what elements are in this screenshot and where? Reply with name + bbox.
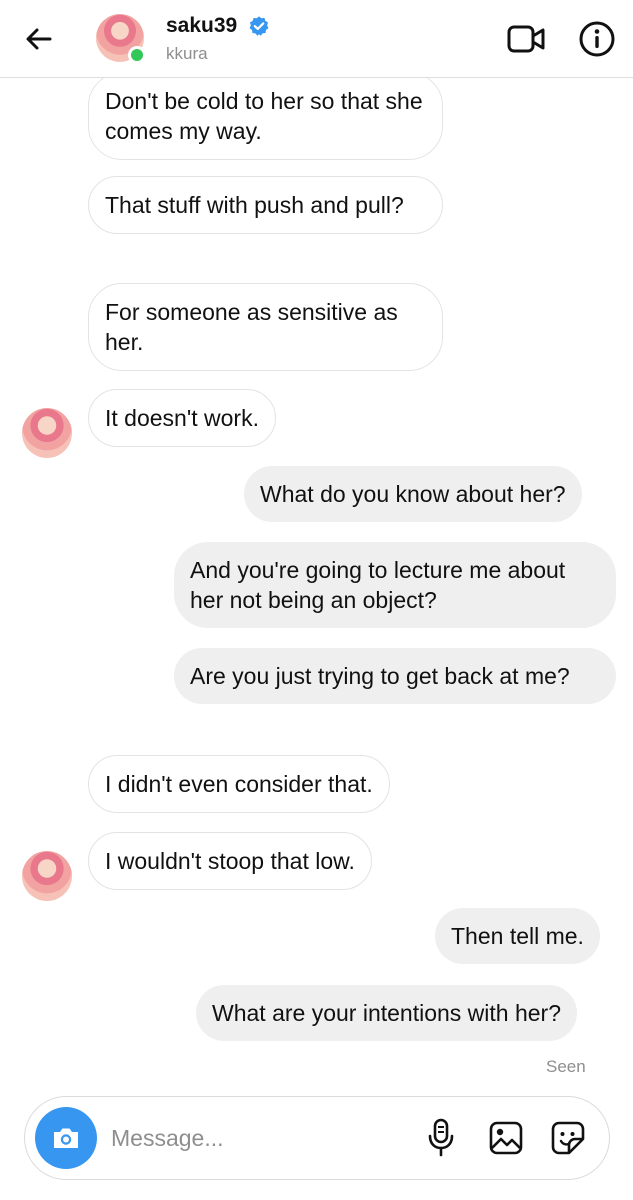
microphone-button[interactable]	[425, 1117, 457, 1159]
arrow-left-icon	[26, 28, 52, 50]
message-input[interactable]	[111, 1121, 411, 1155]
message-bubble[interactable]: Are you just trying to get back at me?	[174, 648, 616, 704]
message-bubble[interactable]: That stuff with push and pull?	[88, 176, 443, 234]
message-bubble[interactable]: What are your intentions with her?	[196, 985, 578, 1041]
sticker-button[interactable]	[549, 1119, 587, 1157]
message-bubble[interactable]: And you're going to lecture me about her…	[174, 542, 616, 628]
gallery-button[interactable]	[487, 1119, 525, 1157]
message-bubble[interactable]: I didn't even consider that.	[88, 755, 390, 813]
message-bubble[interactable]: Don't be cold to her so that she comes m…	[88, 72, 443, 160]
chat-header: saku39 kkura	[0, 0, 633, 78]
profile-avatar[interactable]	[96, 14, 146, 64]
gallery-icon	[489, 1121, 523, 1155]
sender-avatar[interactable]	[22, 408, 72, 458]
message-thread[interactable]: Don't be cold to her so that she comes m…	[0, 0, 633, 1090]
microphone-icon	[428, 1118, 454, 1157]
message-bubble[interactable]: What do you know about her?	[244, 466, 582, 522]
message-bubble[interactable]: For someone as sensitive as her.	[88, 283, 443, 371]
info-icon	[579, 21, 615, 57]
camera-icon	[54, 1128, 78, 1148]
message-composer	[24, 1096, 610, 1180]
online-status-dot	[128, 46, 146, 64]
sticker-icon	[551, 1121, 585, 1155]
message-bubble[interactable]: It doesn't work.	[88, 389, 276, 447]
info-button[interactable]	[578, 20, 616, 58]
sender-avatar[interactable]	[22, 851, 72, 901]
video-call-icon	[507, 25, 545, 53]
subname: kkura	[166, 44, 208, 63]
seen-status: Seen	[546, 1057, 586, 1076]
username: saku39	[166, 14, 238, 37]
verified-badge-icon	[249, 16, 269, 36]
video-call-button[interactable]	[506, 22, 546, 56]
message-bubble[interactable]: Then tell me.	[435, 908, 600, 964]
conversation-title[interactable]: saku39 kkura	[166, 14, 270, 64]
camera-button[interactable]	[35, 1107, 97, 1169]
back-button[interactable]	[22, 22, 56, 56]
message-bubble[interactable]: I wouldn't stoop that low.	[88, 832, 372, 890]
